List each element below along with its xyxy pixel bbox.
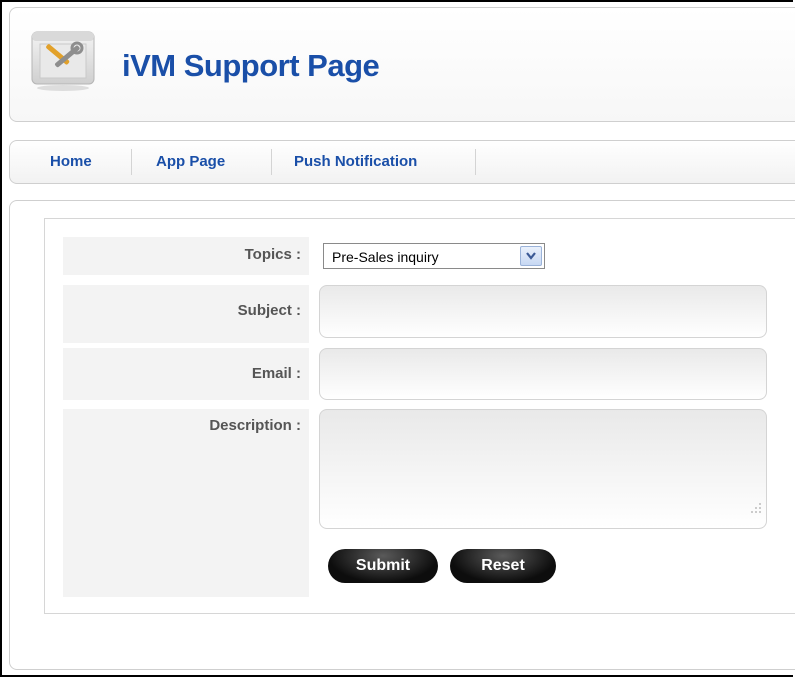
- nav-item-push-notification[interactable]: Push Notification: [294, 153, 417, 170]
- nav-item-home[interactable]: Home: [50, 153, 92, 170]
- email-label: Email :: [63, 348, 309, 400]
- description-textarea[interactable]: [319, 409, 767, 529]
- nav-item-app-page[interactable]: App Page: [156, 153, 225, 170]
- topics-select[interactable]: Pre-Sales inquiry: [323, 243, 545, 269]
- nav-separator: [475, 149, 476, 175]
- subject-label: Subject :: [63, 285, 309, 343]
- submit-button[interactable]: Submit: [328, 549, 438, 583]
- tools-icon: [30, 30, 98, 92]
- page-title: iVM Support Page: [122, 48, 380, 83]
- resize-grip-icon[interactable]: [748, 500, 762, 514]
- nav-separator: [271, 149, 272, 175]
- description-label: Description :: [63, 409, 309, 597]
- subject-input[interactable]: [319, 285, 767, 338]
- chevron-down-icon[interactable]: [520, 246, 542, 266]
- email-input[interactable]: [319, 348, 767, 400]
- topics-selected-value: Pre-Sales inquiry: [332, 249, 439, 265]
- topics-label: Topics :: [63, 237, 309, 275]
- nav-separator: [131, 149, 132, 175]
- reset-button[interactable]: Reset: [450, 549, 556, 583]
